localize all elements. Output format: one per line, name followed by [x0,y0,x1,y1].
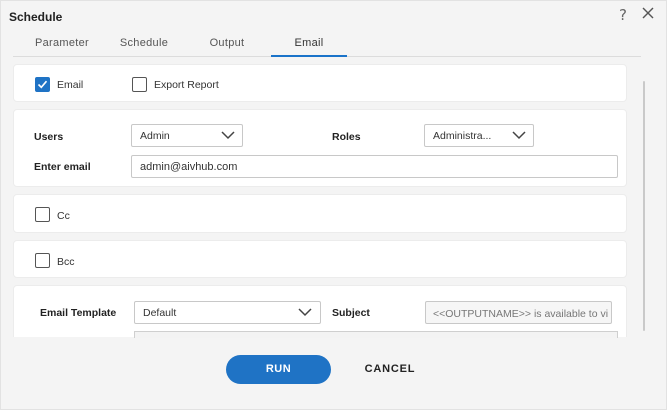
roles-select-value: Administra... [433,130,492,142]
tab-parameter[interactable]: Parameter [21,33,103,57]
check-icon [37,80,48,89]
chevron-down-icon [512,131,526,143]
tab-schedule[interactable]: Schedule [103,33,185,57]
close-icon[interactable] [641,6,657,22]
template-panel: Email Template Default Subject <<OUTPUTN… [13,285,627,338]
bcc-panel: Bcc [13,240,627,278]
email-body-editor[interactable] [134,331,618,338]
cc-panel: Cc [13,194,627,233]
recipients-panel: Users Admin Roles Administra... Enter em… [13,109,627,187]
help-icon[interactable]: ? [619,6,627,24]
email-options-panel: Email Export Report [13,64,627,102]
tab-email[interactable]: Email [271,33,347,57]
email-template-label: Email Template [40,307,117,319]
subject-label: Subject [332,307,370,319]
chevron-down-icon [221,131,235,143]
subject-field[interactable]: <<OUTPUTNAME>> is available to vi [425,301,612,324]
export-report-label: Export Report [154,79,219,91]
cc-checkbox[interactable] [35,207,50,222]
email-template-value: Default [143,307,177,319]
roles-label: Roles [332,131,361,143]
cancel-button[interactable]: CANCEL [352,355,428,384]
enter-email-label: Enter email [34,161,91,173]
users-select-value: Admin [140,130,170,142]
run-button[interactable]: RUN [226,355,331,384]
bcc-label: Bcc [57,256,75,268]
enter-email-value: admin@aivhub.com [140,161,238,173]
schedule-dialog: Schedule ? Parameter Schedule Output Ema… [0,0,667,410]
chevron-down-icon [298,308,312,320]
users-label: Users [34,131,64,143]
bcc-checkbox[interactable] [35,253,50,268]
export-report-checkbox[interactable] [132,77,147,92]
users-select[interactable]: Admin [131,124,243,147]
tab-bar: Parameter Schedule Output Email [13,33,641,57]
email-template-select[interactable]: Default [134,301,321,324]
dialog-titlebar: Schedule ? [1,1,666,33]
tab-output[interactable]: Output [185,33,269,57]
email-checkbox-label: Email [57,79,84,91]
scrollbar[interactable] [643,81,645,331]
email-checkbox[interactable] [35,77,50,92]
cc-label: Cc [57,210,70,222]
enter-email-field[interactable]: admin@aivhub.com [131,155,618,178]
dialog-footer: RUN CANCEL [1,341,666,409]
roles-select[interactable]: Administra... [424,124,534,147]
subject-value: <<OUTPUTNAME>> is available to vi [433,308,609,320]
dialog-title: Schedule [9,10,63,24]
